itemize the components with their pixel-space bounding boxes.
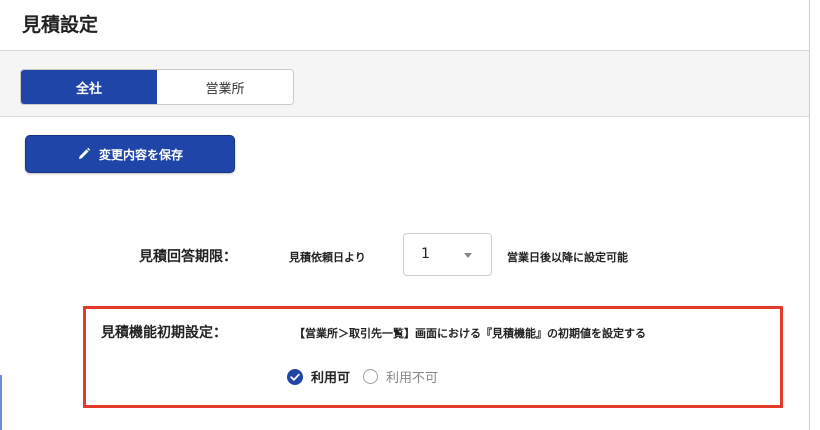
chevron-down-icon [464,253,472,258]
radio-available[interactable]: 利用可 [287,367,350,386]
save-button[interactable]: 変更内容を保存 [25,135,235,173]
page-header: 見積設定 [0,0,809,51]
business-days-value: 1 [421,246,430,262]
estimate-feature-label: 見積機能初期設定： [101,325,227,341]
radio-empty-icon [363,369,379,384]
deadline-prefix: 見積依頼日より [289,251,366,264]
radio-unavailable-label: 利用不可 [386,371,439,386]
business-days-select[interactable]: 1 [403,233,492,276]
pencil-icon [78,147,91,159]
page-title: 見積設定 [22,14,99,36]
deadline-suffix: 営業日後以降に設定可能 [507,251,628,264]
check-circle-icon [287,368,303,385]
tab-company[interactable]: 全社 [21,70,157,104]
left-edge-bar [0,375,2,430]
deadline-label: 見積回答期限： [139,249,237,265]
estimate-feature-radios: 利用可 利用不可 [287,367,451,386]
save-button-label: 変更内容を保存 [98,147,183,162]
estimate-feature-description: 【営業所＞取引先一覧】画面における『見積機能』の初期値を設定する [294,327,646,340]
scope-tabs: 全社 営業所 [20,69,294,105]
tab-branch[interactable]: 営業所 [157,70,293,104]
tab-band: 全社 営業所 [0,51,809,117]
radio-unavailable[interactable]: 利用不可 [363,367,438,386]
radio-available-label: 利用可 [311,371,351,386]
